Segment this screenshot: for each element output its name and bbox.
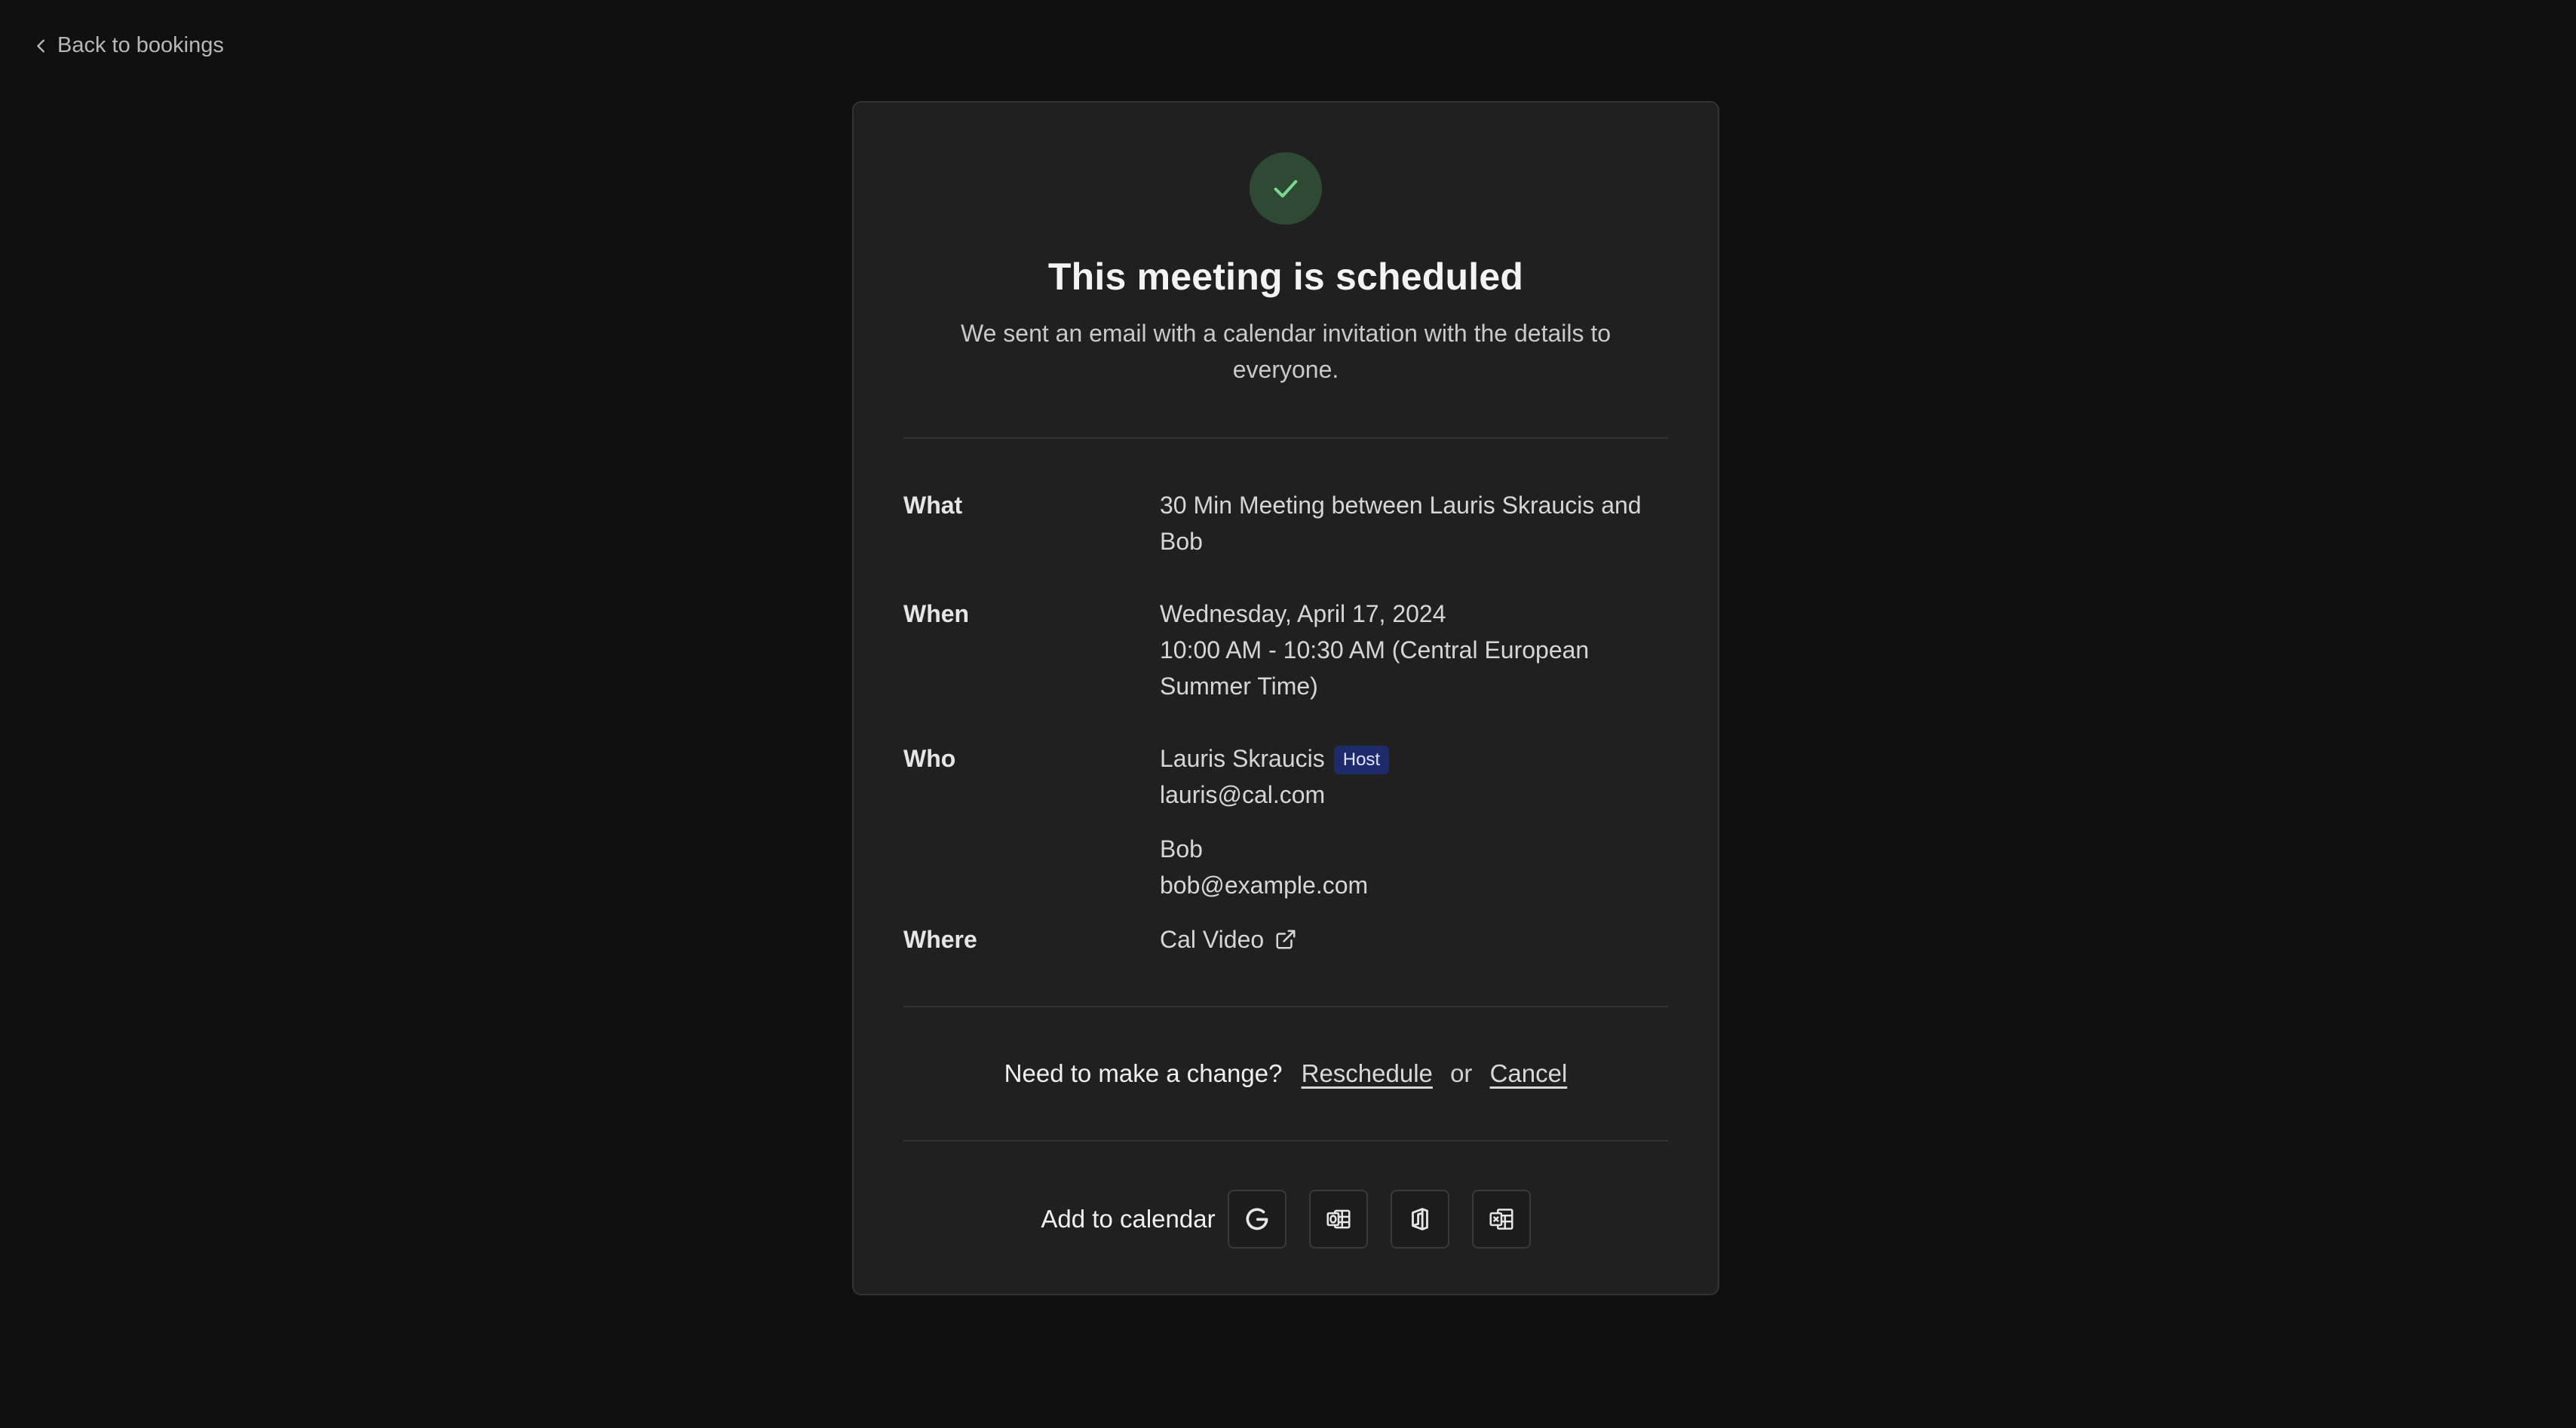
booking-details: What 30 Min Meeting between Lauris Skrau…	[903, 487, 1668, 958]
cancel-link[interactable]: Cancel	[1490, 1059, 1568, 1087]
or-text: or	[1450, 1059, 1473, 1087]
office365-icon	[1411, 1208, 1428, 1230]
external-link-icon	[1276, 930, 1296, 949]
ics-file-icon	[1489, 1209, 1513, 1230]
cal-video-link[interactable]: Cal Video	[1160, 921, 1297, 958]
google-calendar-button[interactable]	[1227, 1190, 1286, 1249]
booking-confirmation-card: This meeting is scheduled We sent an ema…	[852, 101, 1719, 1295]
office365-calendar-button[interactable]	[1390, 1190, 1449, 1249]
page-title: This meeting is scheduled	[1047, 256, 1524, 298]
add-to-calendar-row: Add to calendar	[903, 1190, 1668, 1249]
where-location: Cal Video	[1160, 926, 1265, 953]
microsoft-outlook-icon	[1326, 1209, 1351, 1229]
success-badge	[1250, 152, 1322, 225]
change-prompt: Need to make a change?	[1004, 1059, 1283, 1087]
change-booking-row: Need to make a change? Reschedule or Can…	[903, 1056, 1668, 1092]
back-link-label: Back to bookings	[57, 33, 224, 57]
where-value: Cal Video	[1160, 921, 1668, 958]
detail-row-what: What 30 Min Meeting between Lauris Skrau…	[903, 487, 1668, 559]
when-label: When	[903, 600, 970, 627]
page-subtitle: We sent an email with a calendar invitat…	[960, 320, 1612, 383]
when-time: 10:00 AM - 10:30 AM (Central European Su…	[1160, 636, 1590, 700]
attendee-guest: Bob bob@example.com	[1160, 831, 1668, 903]
add-to-calendar-label: Add to calendar	[1041, 1205, 1216, 1233]
google-calendar-icon	[1246, 1208, 1268, 1230]
when-value: Wednesday, April 17, 2024 10:00 AM - 10:…	[1160, 596, 1668, 704]
attendee-name: Bob	[1160, 835, 1203, 863]
detail-row-when: When Wednesday, April 17, 2024 10:00 AM …	[903, 596, 1668, 704]
attendee-host: Lauris Skraucis Host lauris@cal.com	[1160, 740, 1668, 813]
back-to-bookings-link[interactable]: Back to bookings	[33, 33, 224, 58]
detail-row-where: Where Cal Video	[903, 921, 1668, 958]
outlook-calendar-button[interactable]	[1308, 1190, 1368, 1249]
check-icon	[1274, 179, 1298, 198]
divider	[903, 1006, 1668, 1007]
host-badge: Host	[1333, 746, 1390, 774]
where-label: Where	[903, 926, 977, 953]
attendee-email: lauris@cal.com	[1160, 781, 1326, 808]
who-value: Lauris Skraucis Host lauris@cal.com Bob b…	[1160, 740, 1668, 903]
divider	[903, 1140, 1668, 1141]
chevron-left-icon	[37, 38, 44, 53]
who-label: Who	[903, 745, 956, 772]
ics-download-button[interactable]	[1471, 1190, 1531, 1249]
attendee-email: bob@example.com	[1160, 872, 1369, 899]
divider	[903, 437, 1668, 439]
detail-row-who: Who Lauris Skraucis Host lauris@cal.com B…	[903, 740, 1668, 903]
what-label: What	[903, 492, 963, 519]
reschedule-link[interactable]: Reschedule	[1302, 1059, 1433, 1087]
what-value: 30 Min Meeting between Lauris Skraucis a…	[1160, 492, 1642, 555]
attendee-name: Lauris Skraucis	[1160, 745, 1325, 772]
when-date: Wednesday, April 17, 2024	[1160, 600, 1446, 627]
